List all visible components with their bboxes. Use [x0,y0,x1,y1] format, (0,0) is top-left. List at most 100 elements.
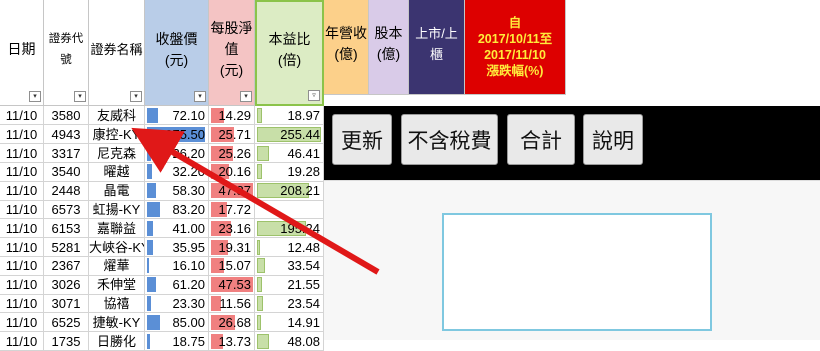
cell-nav[interactable]: 23.16 [209,218,255,239]
cell-date[interactable]: 11/10 [0,162,44,182]
filter-dropdown-icon[interactable]: ▾ [194,91,206,102]
cell-code[interactable]: 3540 [44,162,89,182]
price-data-bar [147,164,152,180]
cell-name[interactable]: 尼克森 [89,143,145,163]
cell-code[interactable]: 2367 [44,256,89,276]
cell-pe[interactable]: 12.48 [255,237,324,257]
cell-code[interactable]: 3026 [44,275,89,295]
cell-pe[interactable]: 255.44 [255,124,324,145]
refresh-button[interactable]: 更新 [332,114,392,165]
cell-date[interactable]: 11/10 [0,312,44,333]
cell-date[interactable]: 11/10 [0,275,44,295]
cell-nav[interactable]: 13.73 [209,331,255,351]
pe-data-bar [257,239,261,255]
filter-dropdown-icon[interactable]: ▾ [240,91,252,102]
price-data-bar [147,145,152,161]
cell-price[interactable]: 18.75 [145,331,209,351]
cell-code[interactable]: 3317 [44,143,89,163]
cell-code[interactable]: 3580 [44,106,89,126]
cell-price[interactable]: 375.50 [145,124,209,145]
cell-nav[interactable]: 26.68 [209,312,255,333]
cell-nav[interactable]: 15.07 [209,256,255,276]
cell-pe[interactable]: 33.54 [255,256,324,276]
cell-date[interactable]: 11/10 [0,237,44,257]
cell-name[interactable]: 嘉聯益 [89,218,145,239]
cell-date[interactable]: 11/10 [0,124,44,145]
price-data-bar [147,296,151,311]
cell-pe[interactable]: 46.41 [255,143,324,163]
cell-code[interactable]: 6525 [44,312,89,333]
cell-pe[interactable]: 14.91 [255,312,324,333]
exclude-tax-button[interactable]: 不含稅費 [401,114,498,165]
cell-name[interactable]: 晶電 [89,181,145,201]
cell-date[interactable]: 11/10 [0,143,44,163]
filter-active-icon[interactable]: ▿ [308,90,320,101]
cell-nav[interactable]: 25.26 [209,143,255,163]
cell-nav[interactable]: 47.37 [209,181,255,201]
cell-nav[interactable]: 14.29 [209,106,255,126]
cell-code[interactable]: 6573 [44,200,89,220]
filter-dropdown-icon[interactable]: ▾ [74,91,86,102]
cell-code[interactable]: 3071 [44,294,89,314]
help-button[interactable]: 說明 [583,114,643,165]
filter-dropdown-icon[interactable]: ▾ [29,91,41,102]
cell-price[interactable]: 23.30 [145,294,209,314]
cell-pe[interactable]: 195.24 [255,218,324,239]
cell-price[interactable]: 72.10 [145,106,209,126]
cell-code[interactable]: 5281 [44,237,89,257]
filter-dropdown-icon[interactable]: ▾ [130,91,142,102]
cell-pe[interactable]: 48.08 [255,331,324,351]
cell-name[interactable]: 日勝化 [89,331,145,351]
cell-price[interactable]: 32.20 [145,162,209,182]
cell-name[interactable]: 捷敏-KY [89,312,145,333]
price-data-bar [147,239,153,255]
cell-price[interactable]: 35.95 [145,237,209,257]
cell-pe[interactable]: 19.28 [255,162,324,182]
cell-date[interactable]: 11/10 [0,294,44,314]
cell-price[interactable]: 85.00 [145,312,209,333]
cell-nav[interactable]: 47.53 [209,275,255,295]
cell-price[interactable]: 26.20 [145,143,209,163]
price-data-bar [147,108,159,123]
pe-data-bar [257,277,263,293]
cell-nav[interactable]: 25.71 [209,124,255,145]
cell-nav[interactable]: 19.31 [209,237,255,257]
cell-nav[interactable]: 20.16 [209,162,255,182]
cell-date[interactable]: 11/10 [0,218,44,239]
cell-name[interactable]: 燿華 [89,256,145,276]
cell-name[interactable]: 康控-KY [89,124,145,145]
cell-price[interactable]: 61.20 [145,275,209,295]
cell-price[interactable]: 16.10 [145,256,209,276]
cell-pe[interactable]: 208.21 [255,181,324,201]
cell-date[interactable]: 11/10 [0,181,44,201]
cell-pe[interactable] [255,200,324,220]
cell-date[interactable]: 11/10 [0,106,44,126]
cell-name[interactable]: 虹揚-KY [89,200,145,220]
cell-price[interactable]: 83.20 [145,200,209,220]
cell-date[interactable]: 11/10 [0,331,44,351]
cell-nav[interactable]: 11.56 [209,294,255,314]
cell-name[interactable]: 大峽谷-KY [89,237,145,257]
cell-date[interactable]: 11/10 [0,256,44,276]
cell-date[interactable]: 11/10 [0,200,44,220]
total-button[interactable]: 合計 [507,114,575,165]
price-data-bar [147,333,150,349]
header-capital: 股本 (億) [369,0,409,95]
cell-pe[interactable]: 23.54 [255,294,324,314]
cell-name[interactable]: 友威科 [89,106,145,126]
cell-pe[interactable]: 21.55 [255,275,324,295]
cell-code[interactable]: 1735 [44,331,89,351]
cell-price[interactable]: 58.30 [145,181,209,201]
header-change: 自 2017/10/11至 2017/11/10 漲跌幅(%) [465,0,566,95]
cell-code[interactable]: 6153 [44,218,89,239]
pe-data-bar [257,333,270,349]
cell-price[interactable]: 41.00 [145,218,209,239]
header-revenue: 年營收 (億) [324,0,369,95]
cell-code[interactable]: 4943 [44,124,89,145]
cell-name[interactable]: 禾伸堂 [89,275,145,295]
cell-name[interactable]: 協禧 [89,294,145,314]
cell-code[interactable]: 2448 [44,181,89,201]
cell-nav[interactable]: 17.72 [209,200,255,220]
cell-name[interactable]: 曜越 [89,162,145,182]
cell-pe[interactable]: 18.97 [255,106,324,126]
